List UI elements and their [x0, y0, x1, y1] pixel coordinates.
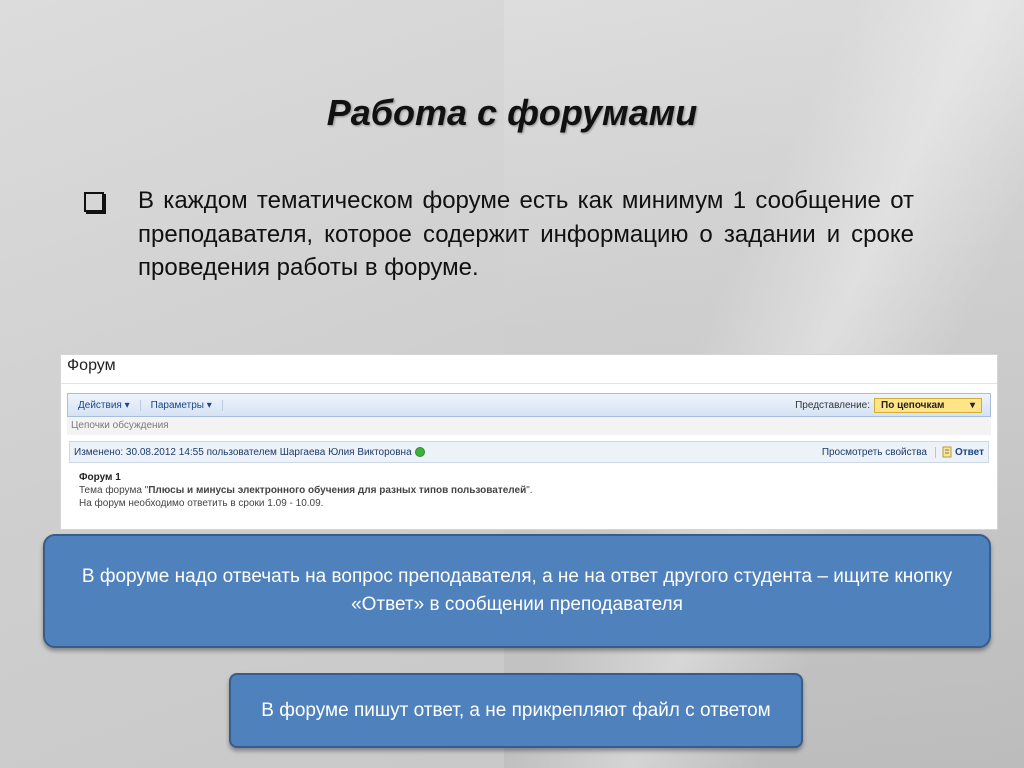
- message-header: Изменено: 30.08.2012 14:55 пользователем…: [69, 441, 989, 463]
- author-link[interactable]: Шаргаева Юлия Викторовна: [280, 447, 412, 458]
- dropdown-arrow-icon: ▾: [206, 399, 212, 411]
- slide-title: Работа с форумами: [326, 92, 698, 133]
- deadline-text: На форум необходимо ответить в сроки 1.0…: [79, 498, 324, 509]
- callout-no-attachments: В форуме пишут ответ, а не прикрепляют ф…: [229, 673, 803, 748]
- actions-menu[interactable]: Действия ▾: [68, 399, 141, 411]
- bullet-text: В каждом тематическом форуме есть как ми…: [138, 187, 914, 282]
- callout-text: В форуме надо отвечать на вопрос препода…: [81, 566, 953, 615]
- breadcrumb[interactable]: Цепочки обсуждения: [67, 417, 991, 435]
- callout-text: В форуме пишут ответ, а не прикрепляют ф…: [261, 699, 771, 721]
- topic-suffix: ".: [526, 485, 533, 496]
- view-selector-group: Представление: По цепочкам ▾: [795, 397, 990, 413]
- view-select-value: По цепочкам: [881, 399, 945, 411]
- changed-info: Изменено: 30.08.2012 14:55 пользователем: [74, 446, 277, 458]
- forum-page-title: Форум: [67, 357, 116, 374]
- divider: [61, 383, 997, 384]
- dropdown-arrow-icon: ▾: [969, 399, 975, 411]
- view-properties-link[interactable]: Просмотреть свойства: [822, 446, 936, 458]
- forum-screenshot: Форум Действия ▾ Параметры ▾ Представлен…: [60, 354, 998, 530]
- presence-status-icon: [415, 448, 424, 456]
- forum-topic-line: Тема форума "Плюсы и минусы электронного…: [79, 484, 533, 497]
- forum-topic: Плюсы и минусы электронного обучения для…: [148, 485, 527, 496]
- callout-reply-to-teacher: В форуме надо отвечать на вопрос препода…: [43, 534, 991, 648]
- dropdown-arrow-icon: ▾: [124, 399, 130, 411]
- reply-button[interactable]: Ответ: [936, 446, 988, 458]
- view-label: Представление:: [795, 399, 870, 411]
- topic-prefix: Тема форума ": [79, 485, 149, 496]
- message-body: Форум 1 Тема форума "Плюсы и минусы элек…: [79, 471, 533, 510]
- forum-name: Форум 1: [79, 472, 121, 483]
- view-select[interactable]: По цепочкам ▾: [874, 397, 982, 413]
- reply-button-label: Ответ: [954, 446, 984, 458]
- bullet-point: В каждом тематическом форуме есть как ми…: [84, 184, 914, 285]
- checkbox-bullet-icon: [84, 192, 104, 212]
- message-actions: Просмотреть свойства Ответ: [822, 446, 988, 458]
- parameters-menu[interactable]: Параметры ▾: [141, 399, 223, 411]
- actions-menu-label: Действия: [78, 399, 122, 411]
- parameters-menu-label: Параметры: [150, 399, 204, 411]
- reply-icon: [942, 446, 952, 458]
- forum-toolbar: Действия ▾ Параметры ▾ Представление: По…: [67, 393, 991, 417]
